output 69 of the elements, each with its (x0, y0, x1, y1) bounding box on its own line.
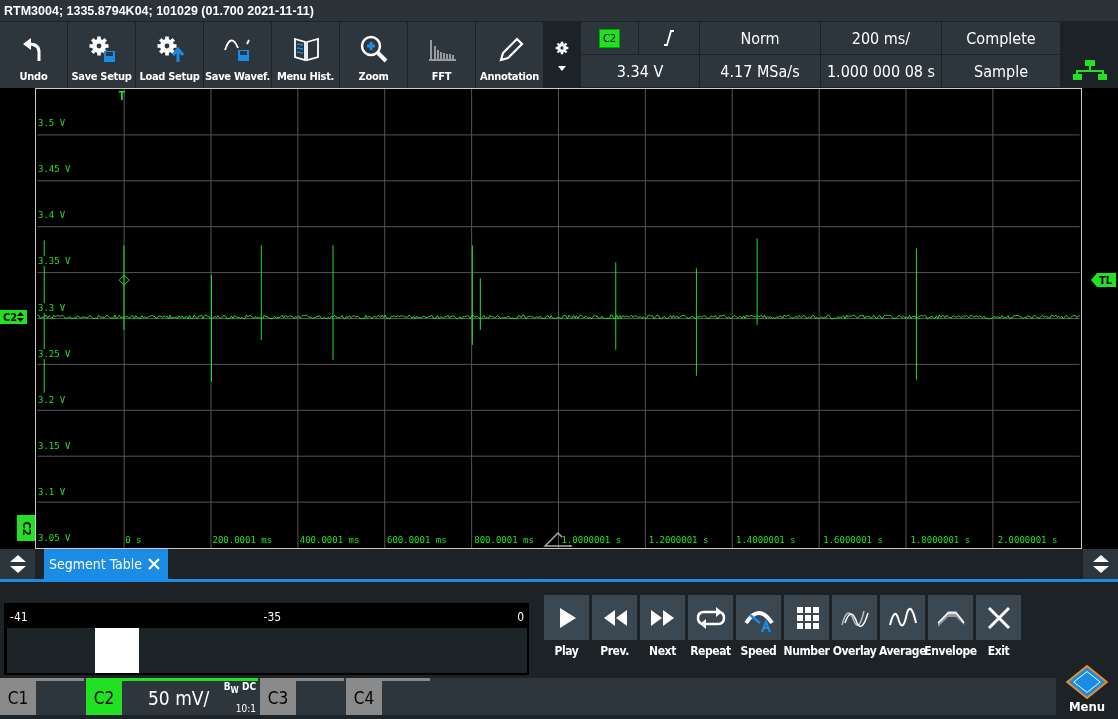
toolbar-button[interactable]: Menu Hist. (272, 22, 339, 88)
trigger-source-cell[interactable]: C2 (581, 22, 638, 54)
x-axis-label: 200.0001 ms (212, 535, 273, 545)
menu-button[interactable]: Menu (1056, 665, 1118, 715)
y-axis-label: 3.05 V (38, 533, 71, 543)
vertical-scale: 50 mV/ (147, 687, 210, 709)
probe-ratio: 10:1 (235, 703, 256, 714)
y-axis-label: 3.15 V (38, 440, 71, 451)
x-axis-label: 1.0000001 s (561, 535, 622, 545)
y-axis-label: 3.1 V (38, 486, 66, 497)
trigger-source-badge: C2 (598, 28, 621, 48)
x-axis-label: 1.6000001 s (823, 535, 883, 545)
toolbar-button[interactable]: Annotation (476, 22, 543, 88)
x-axis-label: 800.0001 ms (474, 535, 534, 545)
channel-button[interactable]: C1 (0, 678, 84, 715)
x-axis-label: 0 s (125, 535, 142, 545)
logo-icon (1064, 665, 1110, 699)
x-axis-label: 1.2000001 s (648, 535, 709, 545)
channel-button[interactable]: C4 (346, 678, 430, 715)
trigger-mode-cell[interactable]: Norm (700, 22, 820, 54)
window-title: RTM3004; 1335.8794K04; 101029 (01.700 2021-11-11) (4, 3, 314, 18)
resize-button[interactable] (1083, 549, 1118, 579)
y-axis-label: 3.3 V (38, 302, 66, 313)
channel-button[interactable]: C2 50 mV/ B$_{W}$ DC 10:1 (86, 678, 258, 715)
channel-ground-marker[interactable]: C2 (17, 515, 35, 541)
toolbar-button[interactable]: FFT (408, 22, 475, 88)
y-axis-label: 3.2 V (38, 394, 66, 405)
up-down-arrows-icon (17, 312, 25, 322)
slider-thumb[interactable] (95, 628, 140, 673)
channel-offset-marker[interactable]: C2 (0, 310, 28, 324)
y-axis-label: 3.5 V (38, 118, 66, 129)
toolbar-button[interactable]: Undo (0, 22, 67, 88)
gear-icon (554, 39, 570, 56)
resize-button[interactable] (0, 549, 35, 579)
toolbar-button[interactable]: Load Setup (136, 22, 203, 88)
close-icon[interactable] (148, 558, 161, 570)
y-axis-label: 3.45 V (38, 164, 71, 175)
acquisition-mode-cell[interactable]: Sample (942, 55, 1060, 87)
slider-min-label: -41 (10, 610, 28, 624)
bandwidth-coupling: B$_{W}$ DC (223, 681, 256, 695)
caret-icon (558, 65, 566, 71)
x-axis-label: 400.0001 ms (299, 535, 360, 545)
x-axis-label: 2.0000001 s (997, 535, 1058, 545)
y-axis-label: 3.4 V (38, 210, 66, 221)
network-icon (1072, 60, 1107, 80)
y-axis-label: 3.25 V (38, 348, 71, 359)
x-axis-label: 1.8000001 s (910, 535, 971, 545)
segment-slider[interactable]: -41 -35 0 (4, 603, 529, 675)
acquisition-state-cell[interactable]: Complete (942, 22, 1060, 54)
sample-rate-cell[interactable]: 4.17 MSa/s (700, 55, 820, 87)
trigger-position-marker[interactable]: T (118, 89, 126, 103)
slider-max-label: 0 (517, 610, 524, 624)
toolbar-button[interactable]: Zoom (340, 22, 407, 88)
y-axis-label: 3.35 V (38, 256, 71, 267)
x-axis-label: 600.0001 ms (387, 535, 447, 545)
rising-edge-icon (663, 30, 675, 46)
x-axis-label: 1.4000001 s (736, 535, 796, 545)
toolbar-button[interactable]: Save Setup (68, 22, 135, 88)
segment-table-tab[interactable]: Segment Table (44, 549, 169, 579)
zoom-in-icon (358, 34, 389, 64)
slider-current-label: -35 (263, 610, 282, 624)
trigger-slope-cell[interactable] (639, 22, 699, 54)
time-scale-cell[interactable]: 200 ms/ (821, 22, 941, 54)
trigger-point-marker (118, 274, 130, 286)
trigger-level-marker[interactable]: TL (1090, 273, 1116, 287)
trigger-level-cell[interactable]: 3.34 V (581, 55, 699, 87)
channel-button[interactable]: C3 (260, 678, 344, 715)
time-position-cell[interactable]: 1.000 000 08 s (821, 55, 941, 87)
toolbar-button[interactable]: Save Wavef. (204, 22, 271, 88)
